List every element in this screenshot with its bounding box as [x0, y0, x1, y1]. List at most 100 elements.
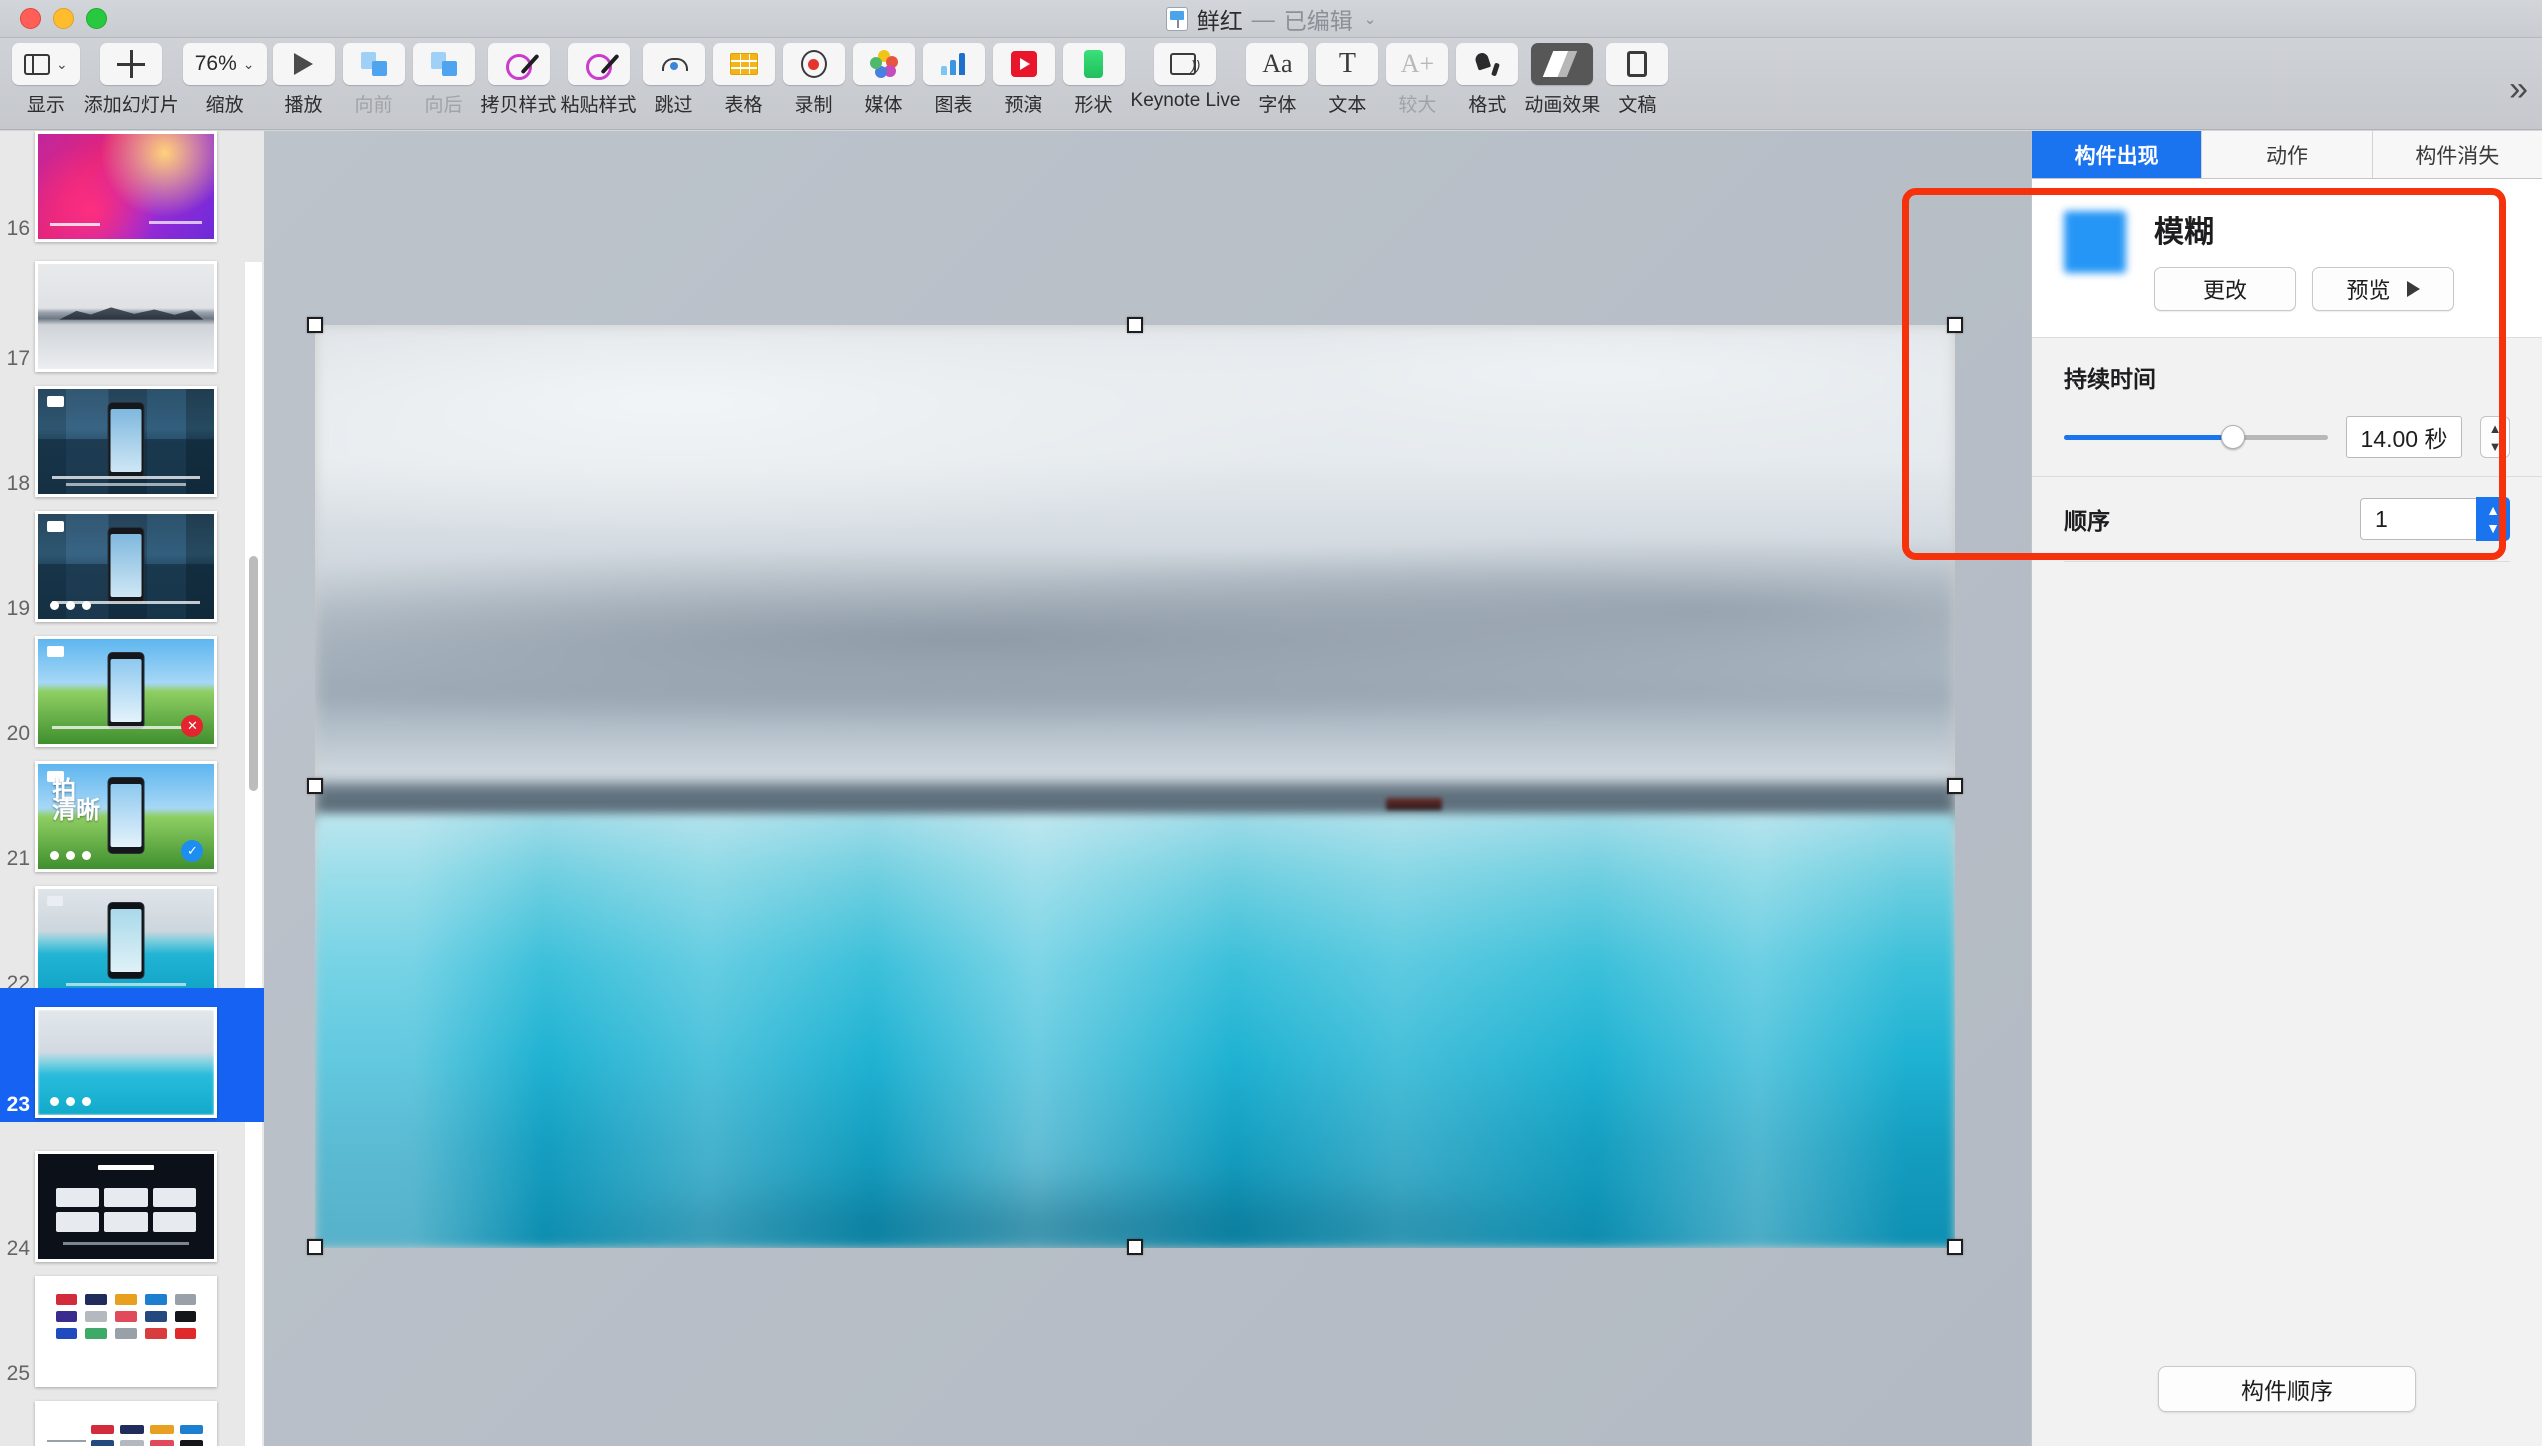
duration-slider[interactable]: [2064, 425, 2328, 449]
duration-stepper[interactable]: ▲ ▼: [2480, 416, 2510, 458]
minimize-button[interactable]: [53, 8, 74, 29]
toolbar-label: 录制: [794, 95, 833, 116]
duration-value-field[interactable]: 14.00 秒: [2346, 416, 2462, 458]
toolbar-item-bigger-text[interactable]: A+ 较大: [1384, 43, 1450, 117]
record-icon: [800, 50, 827, 78]
slide-thumbnail[interactable]: [35, 886, 217, 997]
toolbar-label: 媒体: [864, 95, 903, 116]
panel-divider: [2064, 561, 2510, 562]
chevron-down-icon[interactable]: ⌄: [1364, 10, 1377, 28]
sidebar-scrollbar[interactable]: [249, 556, 258, 791]
slide-item-25[interactable]: 25: [0, 1258, 264, 1387]
tab-build-out[interactable]: 构件消失: [2372, 131, 2542, 178]
toolbar-item-table[interactable]: 表格: [711, 43, 777, 117]
slide-thumbnail[interactable]: [35, 1151, 217, 1262]
slide-item-24[interactable]: 24: [0, 1133, 264, 1262]
slide-item-17[interactable]: 17: [0, 243, 264, 372]
selection-handle-bottom-center[interactable]: [1127, 1239, 1143, 1255]
selection-handle-top-right[interactable]: [1947, 317, 1963, 333]
slide-item-21[interactable]: 21 拍清晰 ✓: [0, 743, 264, 872]
current-slide[interactable]: [315, 325, 1955, 1248]
toolbar-label: 缩放: [205, 95, 244, 116]
toolbar-overflow-icon[interactable]: »: [2509, 70, 2528, 109]
toolbar-item-record[interactable]: 录制: [781, 43, 847, 117]
tab-build-in[interactable]: 构件出现: [2032, 131, 2203, 178]
toolbar-item-paste-style[interactable]: 粘贴样式: [561, 43, 637, 117]
text-icon: T: [1338, 48, 1356, 79]
slide-thumbnail[interactable]: [35, 386, 217, 497]
selection-handle-bottom-right[interactable]: [1947, 1239, 1963, 1255]
slide-thumbnail[interactable]: ✕: [35, 636, 217, 747]
toolbar-label: 文稿: [1618, 95, 1657, 116]
toolbar-item-skip[interactable]: 跳过: [641, 43, 707, 117]
toolbar-item-format[interactable]: 格式: [1454, 43, 1520, 117]
toolbar-label: 动画效果: [1524, 95, 1601, 116]
chevron-up-icon[interactable]: ▲: [2489, 422, 2502, 435]
toolbar-item-document[interactable]: 文稿: [1604, 43, 1670, 117]
selection-handle-top-center[interactable]: [1127, 317, 1143, 333]
toolbar-item-text[interactable]: T 文本: [1314, 43, 1380, 117]
slide-item-22[interactable]: 22: [0, 868, 264, 997]
toolbar-label: 向前: [354, 95, 393, 116]
slide-thumbnail[interactable]: [35, 1276, 217, 1387]
slide-item-20[interactable]: 20 ✕: [0, 618, 264, 747]
toolbar-item-display[interactable]: ⌄ 显示: [12, 43, 80, 117]
slide-item-26[interactable]: 26: [0, 1383, 264, 1446]
toolbar-item-font[interactable]: Aa 字体: [1244, 43, 1310, 117]
toolbar-label: 格式: [1468, 95, 1507, 116]
add-slide-icon: [117, 50, 146, 78]
toolbar-item-animate[interactable]: 动画效果: [1524, 43, 1600, 117]
toolbar-item-zoom[interactable]: 76% ⌄ 缩放: [182, 43, 267, 117]
blurred-lake-photo[interactable]: [315, 325, 1955, 1248]
tab-action[interactable]: 动作: [2202, 131, 2373, 178]
slide-navigator[interactable]: 16 17 18 19 20 ✕ 21 拍 清晰 ✓ 22 23 24 25: [0, 131, 264, 1446]
selection-handle-top-left[interactable]: [307, 317, 323, 333]
slide-item-18[interactable]: 18: [0, 368, 264, 497]
toolbar-item-bring-forward[interactable]: 向前: [341, 43, 407, 117]
slide-canvas-area[interactable]: [264, 131, 2031, 1446]
toolbar-item-add-slide[interactable]: 添加幻灯片: [84, 43, 179, 117]
close-button[interactable]: [20, 8, 41, 29]
preview-effect-button[interactable]: 预览: [2312, 267, 2454, 311]
order-value-field[interactable]: 1: [2360, 498, 2476, 540]
inspector-tabs[interactable]: 构件出现 动作 构件消失: [2032, 131, 2542, 179]
toolbar-label: 拷贝样式: [480, 95, 557, 116]
toolbar-item-copy-style[interactable]: 拷贝样式: [481, 43, 557, 117]
slide-thumbnail[interactable]: [35, 1401, 217, 1446]
chevron-down-icon[interactable]: ▼: [2489, 440, 2502, 453]
toolbar-item-chart[interactable]: 图表: [921, 43, 987, 117]
chevron-down-icon[interactable]: ▼: [2486, 521, 2500, 535]
toolbar-item-rehearse[interactable]: 预演: [991, 43, 1057, 117]
slide-item-19[interactable]: 19: [0, 493, 264, 622]
slide-thumbnail[interactable]: [35, 261, 217, 372]
toolbar-item-keynote-live[interactable]: )) Keynote Live: [1130, 43, 1241, 112]
slide-thumbnail[interactable]: [35, 131, 217, 242]
slide-item-23[interactable]: 23: [0, 988, 264, 1122]
window-controls[interactable]: [20, 8, 107, 29]
change-effect-button[interactable]: 更改: [2154, 267, 2296, 311]
build-order-button[interactable]: 构件顺序: [2158, 1366, 2416, 1412]
slide-thumbnail[interactable]: 拍清晰 ✓: [35, 761, 217, 872]
bring-forward-icon: [360, 52, 387, 76]
chevron-down-icon: ⌄: [242, 55, 255, 72]
animate-inspector-panel[interactable]: 构件出现 动作 构件消失 模糊 更改 预览 持续时间 14.00 秒 ▲ ▼ 顺…: [2031, 131, 2542, 1446]
toolbar-item-play[interactable]: 播放: [271, 43, 337, 117]
order-stepper[interactable]: ▲ ▼: [2476, 497, 2510, 541]
maximize-button[interactable]: [86, 8, 107, 29]
toolbar-label: Keynote Live: [1130, 90, 1241, 111]
order-label: 顺序: [2064, 508, 2110, 534]
toolbar-item-media[interactable]: 媒体: [851, 43, 917, 117]
slider-knob[interactable]: [2220, 425, 2245, 449]
zoom-value: 76%: [194, 52, 237, 75]
slide-number: 16: [6, 217, 30, 240]
slide-thumbnail[interactable]: [35, 1007, 217, 1118]
selection-handle-middle-left[interactable]: [307, 778, 323, 794]
check-icon: ✓: [181, 839, 204, 862]
selection-handle-middle-right[interactable]: [1947, 778, 1963, 794]
chevron-up-icon[interactable]: ▲: [2486, 503, 2500, 517]
toolbar-item-send-backward[interactable]: 向后: [411, 43, 477, 117]
slide-thumbnail[interactable]: [35, 511, 217, 622]
selection-handle-bottom-left[interactable]: [307, 1239, 323, 1255]
slide-item-16[interactable]: 16: [0, 131, 264, 242]
toolbar-item-shape[interactable]: 形状: [1061, 43, 1127, 117]
